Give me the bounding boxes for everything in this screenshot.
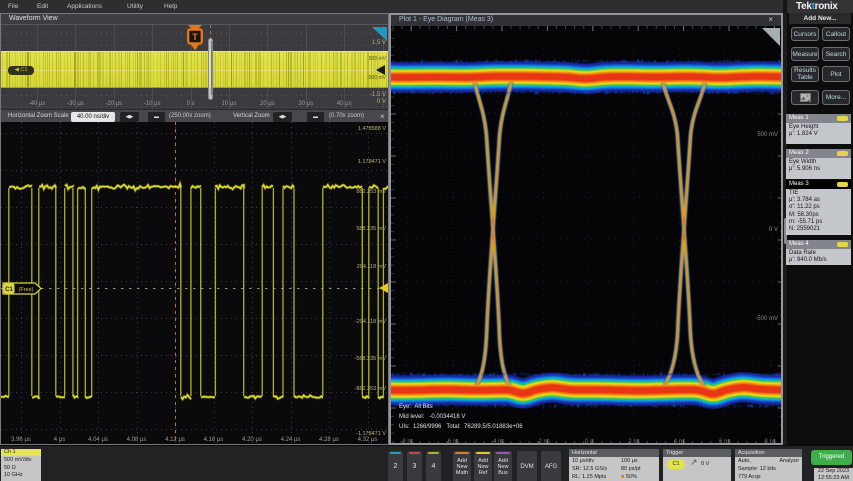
svg-text:C1: C1 [5, 287, 13, 293]
svg-text:T: T [192, 32, 198, 42]
svg-text:(Free): (Free) [19, 287, 34, 293]
